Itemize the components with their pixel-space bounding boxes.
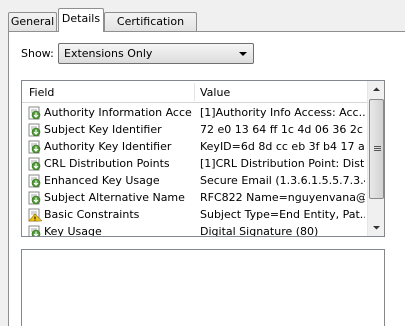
field-value: RFC822 Name=nguyenvana@... [200,191,365,204]
vertical-scrollbar[interactable] [367,81,384,236]
list-item[interactable]: Subject Alternative Name RFC822 Name=nguy… [22,189,367,206]
tab-certification-path[interactable]: Certification Path [104,12,197,45]
list-item[interactable]: Authority Information Access [1]Authority… [22,104,367,121]
field-name: Subject Key Identifier [44,123,162,136]
cert-extension-icon [28,225,41,236]
show-dropdown-value: Extensions Only [64,47,153,60]
critical-extension-icon [28,208,42,222]
field-name: Authority Information Access [44,106,192,119]
field-value: 72 e0 13 64 ff 1c 4d 06 36 2c ... [200,123,365,136]
column-header-field[interactable]: Field [29,86,54,99]
column-divider[interactable] [194,83,195,101]
column-header-value[interactable]: Value [200,86,230,99]
cert-extension-icon [28,140,41,154]
cert-extension-icon [28,123,41,137]
field-value: KeyID=6d 8d cc eb 3f b4 17 a... [200,140,365,153]
value-detail-box[interactable] [21,249,385,326]
show-label: Show: [21,47,54,60]
tab-strip: General Certification Path Details [0,0,405,45]
list-item[interactable]: Basic Constraints Subject Type=End Entity… [22,206,367,223]
tab-general[interactable]: General [8,12,57,31]
list-item[interactable]: Enhanced Key Usage Secure Email (1.3.6.1.… [22,172,367,189]
field-value: Subject Type=End Entity, Pat... [200,208,365,221]
field-value: [1]Authority Info Access: Acc... [200,106,365,119]
field-name: CRL Distribution Points [44,157,170,170]
chevron-down-icon [239,52,247,56]
field-name: Basic Constraints [44,208,140,221]
field-value: Secure Email (1.3.6.1.5.5.7.3.4) [200,174,365,187]
cert-extension-icon [28,157,41,171]
scroll-down-icon[interactable] [368,219,385,236]
scroll-up-icon[interactable] [368,81,385,98]
show-dropdown[interactable]: Extensions Only [58,43,254,64]
field-name: Subject Alternative Name [44,191,185,204]
cert-extension-icon [28,106,41,120]
list-item[interactable]: Authority Key Identifier KeyID=6d 8d cc e… [22,138,367,155]
scroll-thumb[interactable] [369,99,384,199]
list-item[interactable]: CRL Distribution Points [1]CRL Distributi… [22,155,367,172]
field-name: Key Usage [44,225,102,237]
list-item[interactable]: Key Usage Digital Signature (80) [22,223,367,237]
cert-extension-icon [28,191,41,205]
field-value: Digital Signature (80) [200,225,319,237]
fields-list[interactable]: Field Value Authority Information Access… [21,80,385,237]
list-item[interactable]: Subject Key Identifier 72 e0 13 64 ff 1c … [22,121,367,138]
list-header: Field Value [22,81,367,103]
tab-details[interactable]: Details [58,8,104,32]
field-value: [1]CRL Distribution Point: Distr... [200,157,365,170]
cert-extension-icon [28,174,41,188]
field-name: Authority Key Identifier [44,140,172,153]
field-name: Enhanced Key Usage [44,174,160,187]
list-rows: Authority Information Access [1]Authority… [22,104,367,237]
